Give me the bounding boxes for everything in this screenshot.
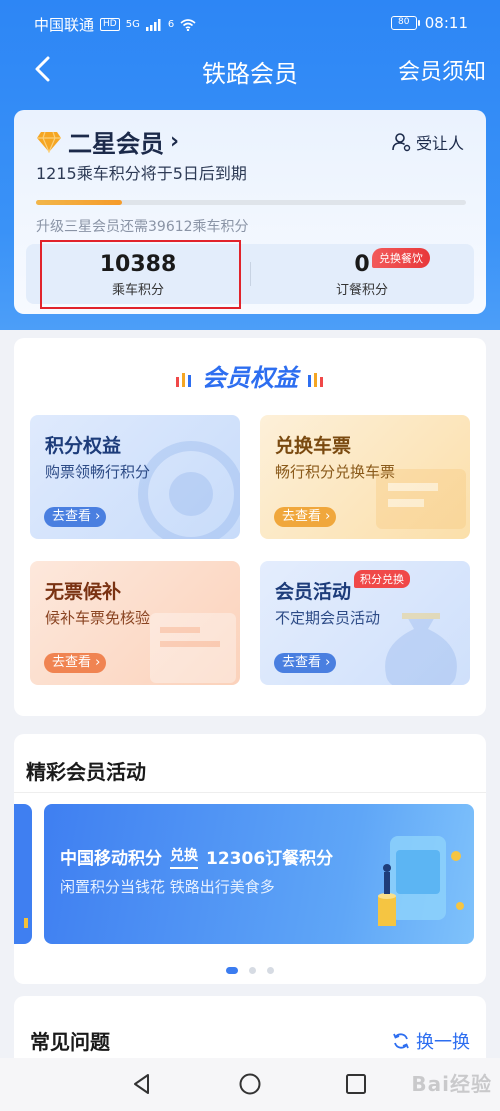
member-activities-section: 精彩会员活动 中国移动积分 兑换 12306订餐积分 闲置积分当钱花 铁路出行美… bbox=[14, 734, 486, 984]
faq-section: 常见问题 换一换 bbox=[14, 996, 486, 1066]
watermark: Bai经验 bbox=[411, 1072, 492, 1096]
transferee-label: 受让人 bbox=[415, 134, 464, 153]
tile-waitlist[interactable]: 无票候补 候补车票免核验 去查看 › bbox=[30, 561, 240, 685]
banner-tagline: 闲置积分当钱花 铁路出行美食多 bbox=[60, 878, 275, 896]
signal-icon bbox=[145, 18, 161, 31]
tile-subtitle: 候补车票免核验 bbox=[45, 609, 151, 627]
tile-subtitle: 畅行积分兑换车票 bbox=[275, 463, 396, 481]
meal-points-label: 订餐积分 bbox=[335, 283, 388, 298]
battery-icon: 80 bbox=[390, 16, 420, 30]
nav-bar: 铁路会员 会员须知 bbox=[0, 46, 500, 92]
tile-subtitle: 购票领畅行积分 bbox=[45, 463, 151, 481]
banner-exchange-arrow: 兑换 bbox=[170, 845, 198, 869]
activities-title: 精彩会员活动 bbox=[26, 760, 146, 784]
tile-title: 无票候补 bbox=[45, 581, 122, 603]
diamond-icon bbox=[37, 131, 61, 153]
wifi-icon bbox=[180, 18, 196, 31]
upgrade-notice: 升级三星会员还需39612乘车积分 bbox=[36, 219, 249, 235]
refresh-button[interactable]: 换一换 bbox=[392, 1028, 470, 1054]
view-button-label: 去查看 bbox=[282, 655, 322, 670]
benefits-title: 会员权益 bbox=[202, 364, 298, 392]
points-expiry-notice: 1215乘车积分将于5日后到期 bbox=[36, 164, 247, 183]
faq-title: 常见问题 bbox=[30, 1030, 110, 1054]
transferee-button[interactable]: 受让人 bbox=[392, 130, 464, 154]
view-button[interactable]: 去查看 › bbox=[44, 653, 107, 673]
benefits-heading: 会员权益 bbox=[14, 358, 486, 393]
banner-headline: 中国移动积分 兑换 12306订餐积分 bbox=[60, 844, 333, 869]
banner-source: 中国移动积分 bbox=[60, 849, 162, 869]
tile-subtitle: 不定期会员活动 bbox=[275, 609, 381, 627]
refresh-icon bbox=[393, 1033, 409, 1049]
view-button-label: 去查看 bbox=[52, 655, 92, 670]
previous-banner-edge[interactable] bbox=[14, 804, 32, 944]
back-triangle-icon[interactable] bbox=[130, 1072, 154, 1096]
banner-target: 12306订餐积分 bbox=[206, 849, 334, 869]
tile-title: 兑换车票 bbox=[275, 435, 352, 457]
view-button[interactable]: 去查看 › bbox=[274, 653, 337, 673]
network-type: 5G bbox=[125, 18, 140, 30]
status-right: 80 08:11 bbox=[390, 14, 468, 32]
view-button[interactable]: 去查看 › bbox=[274, 507, 337, 527]
clock: 08:11 bbox=[424, 14, 468, 32]
home-circle-icon[interactable] bbox=[238, 1072, 262, 1096]
bars-right-icon bbox=[308, 373, 323, 387]
status-bar: 中国联通 HD 5G 6 80 08:11 bbox=[0, 0, 500, 46]
wifi-label: 6 bbox=[167, 18, 175, 30]
points-exchange-badge: 积分兑换 bbox=[354, 570, 410, 588]
recent-apps-icon[interactable] bbox=[344, 1072, 368, 1096]
meal-points-value: 0 bbox=[354, 252, 370, 277]
hd-badge: HD bbox=[100, 18, 120, 31]
member-level[interactable]: 二星会员 › bbox=[36, 124, 179, 159]
phone-coins-illustration bbox=[378, 836, 464, 926]
upgrade-progress-bar bbox=[36, 200, 466, 205]
meal-exchange-badge[interactable]: 兑换餐饮 bbox=[372, 248, 430, 268]
carrier-name: 中国联通 bbox=[34, 16, 95, 34]
ticket-card-icon bbox=[150, 613, 236, 683]
status-left: 中国联通 HD 5G 6 bbox=[34, 14, 196, 35]
tile-title: 会员活动 bbox=[275, 581, 352, 603]
person-settings-icon bbox=[392, 133, 411, 152]
carousel-dot[interactable] bbox=[267, 967, 275, 974]
carousel-dot[interactable] bbox=[249, 967, 256, 974]
view-button-label: 去查看 bbox=[52, 509, 92, 524]
tile-title: 积分权益 bbox=[45, 435, 122, 457]
carousel-indicator bbox=[14, 960, 486, 979]
tile-exchange-ticket[interactable]: 兑换车票 畅行积分兑换车票 去查看 › bbox=[260, 415, 470, 539]
member-benefits-section: 会员权益 积分权益 购票领畅行积分 去查看 › 兑换车票 畅行积分兑换车票 去查… bbox=[14, 338, 486, 716]
meal-points-panel[interactable]: 0 订餐积分 bbox=[250, 244, 474, 304]
carousel-dot-active[interactable] bbox=[225, 967, 238, 974]
refresh-label: 换一换 bbox=[416, 1032, 470, 1053]
section-divider bbox=[14, 792, 486, 793]
highlight-box bbox=[40, 240, 241, 309]
view-button-label: 去查看 bbox=[282, 509, 322, 524]
money-bag-icon bbox=[385, 613, 457, 685]
bars-left-icon bbox=[176, 373, 191, 387]
upgrade-progress-fill bbox=[36, 200, 122, 205]
activity-banner[interactable]: 中国移动积分 兑换 12306订餐积分 闲置积分当钱花 铁路出行美食多 bbox=[44, 804, 474, 944]
member-notice-link[interactable]: 会员须知 bbox=[398, 54, 486, 86]
view-button[interactable]: 去查看 › bbox=[44, 507, 107, 527]
member-level-name: 二星会员 bbox=[68, 130, 164, 158]
rail-logo-icon bbox=[138, 441, 240, 539]
tile-points-benefits[interactable]: 积分权益 购票领畅行积分 去查看 › bbox=[30, 415, 240, 539]
chevron-right-icon: › bbox=[170, 129, 180, 154]
